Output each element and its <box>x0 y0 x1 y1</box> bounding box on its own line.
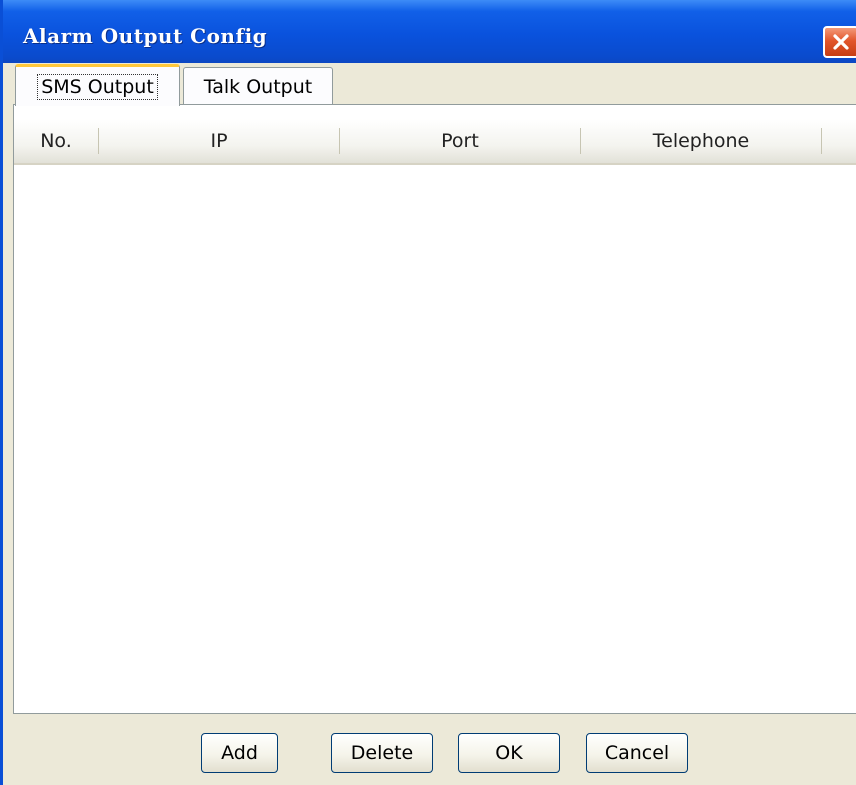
tab-strip: SMS Output Talk Output <box>3 63 856 106</box>
tab-talk-output-label: Talk Output <box>203 75 313 98</box>
alarm-output-config-dialog: Alarm Output Config SMS Output Talk Outp… <box>0 0 856 785</box>
column-header-ip[interactable]: IP <box>99 119 339 163</box>
button-bar: Add Delete OK Cancel <box>13 714 856 785</box>
tab-sms-output-label: SMS Output <box>37 73 158 100</box>
column-divider[interactable] <box>821 128 822 154</box>
table-header: No. IP Port Telephone <box>14 119 856 165</box>
table-body[interactable] <box>14 165 856 713</box>
column-header-no[interactable]: No. <box>14 119 98 163</box>
tab-talk-output[interactable]: Talk Output <box>183 67 333 105</box>
delete-button[interactable]: Delete <box>331 733 433 773</box>
title-bar[interactable]: Alarm Output Config <box>3 0 856 63</box>
window-title: Alarm Output Config <box>23 24 268 48</box>
column-header-telephone[interactable]: Telephone <box>581 119 821 163</box>
add-button[interactable]: Add <box>201 733 278 773</box>
tab-sms-output[interactable]: SMS Output <box>15 64 180 106</box>
close-button[interactable] <box>823 26 856 58</box>
column-header-port[interactable]: Port <box>340 119 580 163</box>
close-icon <box>833 34 849 50</box>
cancel-button[interactable]: Cancel <box>586 733 688 773</box>
ok-button[interactable]: OK <box>458 733 560 773</box>
tab-panel-sms-output: No. IP Port Telephone <box>13 104 856 714</box>
